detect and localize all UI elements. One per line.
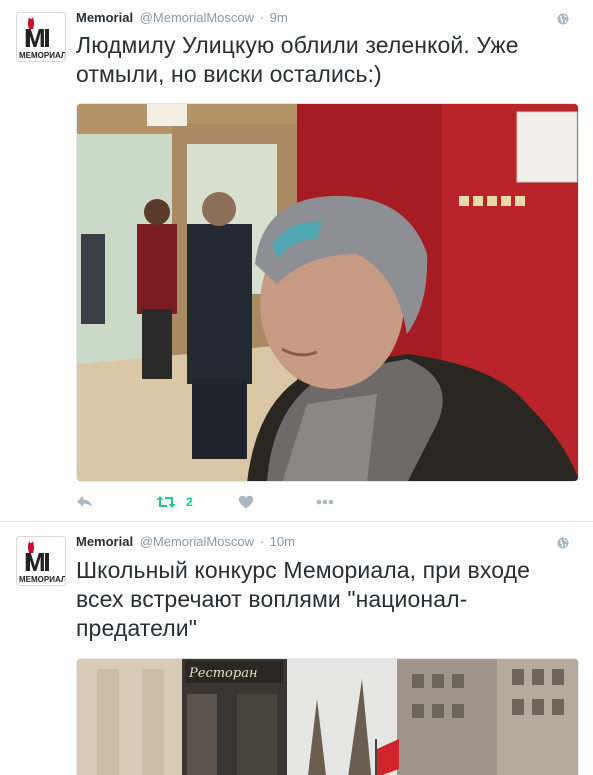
globe-icon <box>557 12 569 25</box>
tweet-text: Школьный конкурс Мемориала, при входе вс… <box>76 557 530 641</box>
tweet-1[interactable]: M МЕМОРИАЛ Memorial @MemorialMoscow · 9m… <box>0 0 593 522</box>
more-button[interactable] <box>316 493 334 511</box>
avatar-logo-text: МЕМОРИАЛ <box>19 575 66 584</box>
tweet-actions: 2 <box>76 493 376 511</box>
timestamp[interactable]: 9m <box>270 10 288 25</box>
tweet-header: Memorial @MemorialMoscow · 9m <box>76 9 579 27</box>
avatar-letter: M <box>24 23 46 53</box>
tweet-photo[interactable]: Ресторан <box>76 658 579 775</box>
reply-icon <box>77 496 92 507</box>
more-icon <box>316 499 334 505</box>
avatar-letter: M <box>24 547 46 577</box>
tweet-header: Memorial @MemorialMoscow · 10m <box>76 533 579 551</box>
tweet-text: Людмилу Улицкую облили зеленкой. Уже отм… <box>76 32 519 87</box>
heart-icon <box>238 495 254 509</box>
tweet-photo[interactable] <box>76 103 579 482</box>
author-handle[interactable]: @MemorialMoscow <box>140 10 254 25</box>
retweet-button[interactable]: 2 <box>156 493 193 511</box>
separator: · <box>259 534 264 549</box>
like-button[interactable] <box>238 493 254 511</box>
retweet-icon <box>156 496 176 508</box>
separator: · <box>259 10 264 25</box>
avatar[interactable]: M МЕМОРИАЛ <box>16 536 66 586</box>
author-name[interactable]: Memorial <box>76 534 133 549</box>
author-handle[interactable]: @MemorialMoscow <box>140 534 254 549</box>
globe-icon <box>557 536 569 549</box>
timestamp[interactable]: 10m <box>270 534 295 549</box>
retweet-count: 2 <box>186 495 193 509</box>
author-name[interactable]: Memorial <box>76 10 133 25</box>
avatar[interactable]: M МЕМОРИАЛ <box>16 12 66 62</box>
tweet-2[interactable]: M МЕМОРИАЛ Memorial @MemorialMoscow · 10… <box>0 523 593 775</box>
reply-button[interactable] <box>76 493 94 511</box>
restaurant-sign: Ресторан <box>188 666 258 681</box>
avatar-logo-text: МЕМОРИАЛ <box>19 51 66 60</box>
